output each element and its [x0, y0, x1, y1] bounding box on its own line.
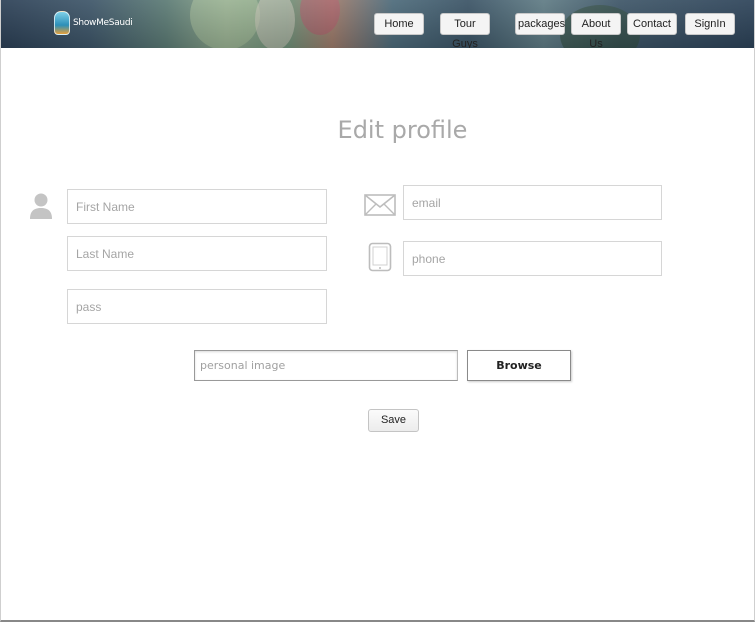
nav-tour-guys-button[interactable]: Tour Guys [440, 13, 490, 48]
nav-packages-button[interactable]: packages [515, 13, 565, 35]
nav-home-button[interactable]: Home [374, 13, 424, 35]
envelope-icon [364, 194, 396, 216]
logo-icon [54, 11, 70, 35]
logo-text: ShowMeSaudi [73, 18, 133, 28]
save-button[interactable]: Save [368, 409, 419, 432]
first-name-field[interactable] [67, 189, 327, 224]
personal-image-field[interactable] [194, 350, 458, 381]
site-logo[interactable]: ShowMeSaudi [54, 10, 133, 36]
last-name-field[interactable] [67, 236, 327, 271]
password-field[interactable] [67, 289, 327, 324]
nav-signin-button[interactable]: SignIn [685, 13, 735, 35]
site-header: ShowMeSaudi Home Tour Guys packages Abou… [0, 0, 755, 48]
page-title: Edit profile [337, 116, 468, 144]
user-icon [30, 193, 52, 219]
browse-button[interactable]: Browse [467, 350, 571, 381]
email-field[interactable] [403, 185, 662, 220]
tablet-icon [368, 242, 392, 272]
nav-contact-button[interactable]: Contact [627, 13, 677, 35]
nav-about-us-button[interactable]: About Us [571, 13, 621, 48]
phone-field[interactable] [403, 241, 662, 276]
